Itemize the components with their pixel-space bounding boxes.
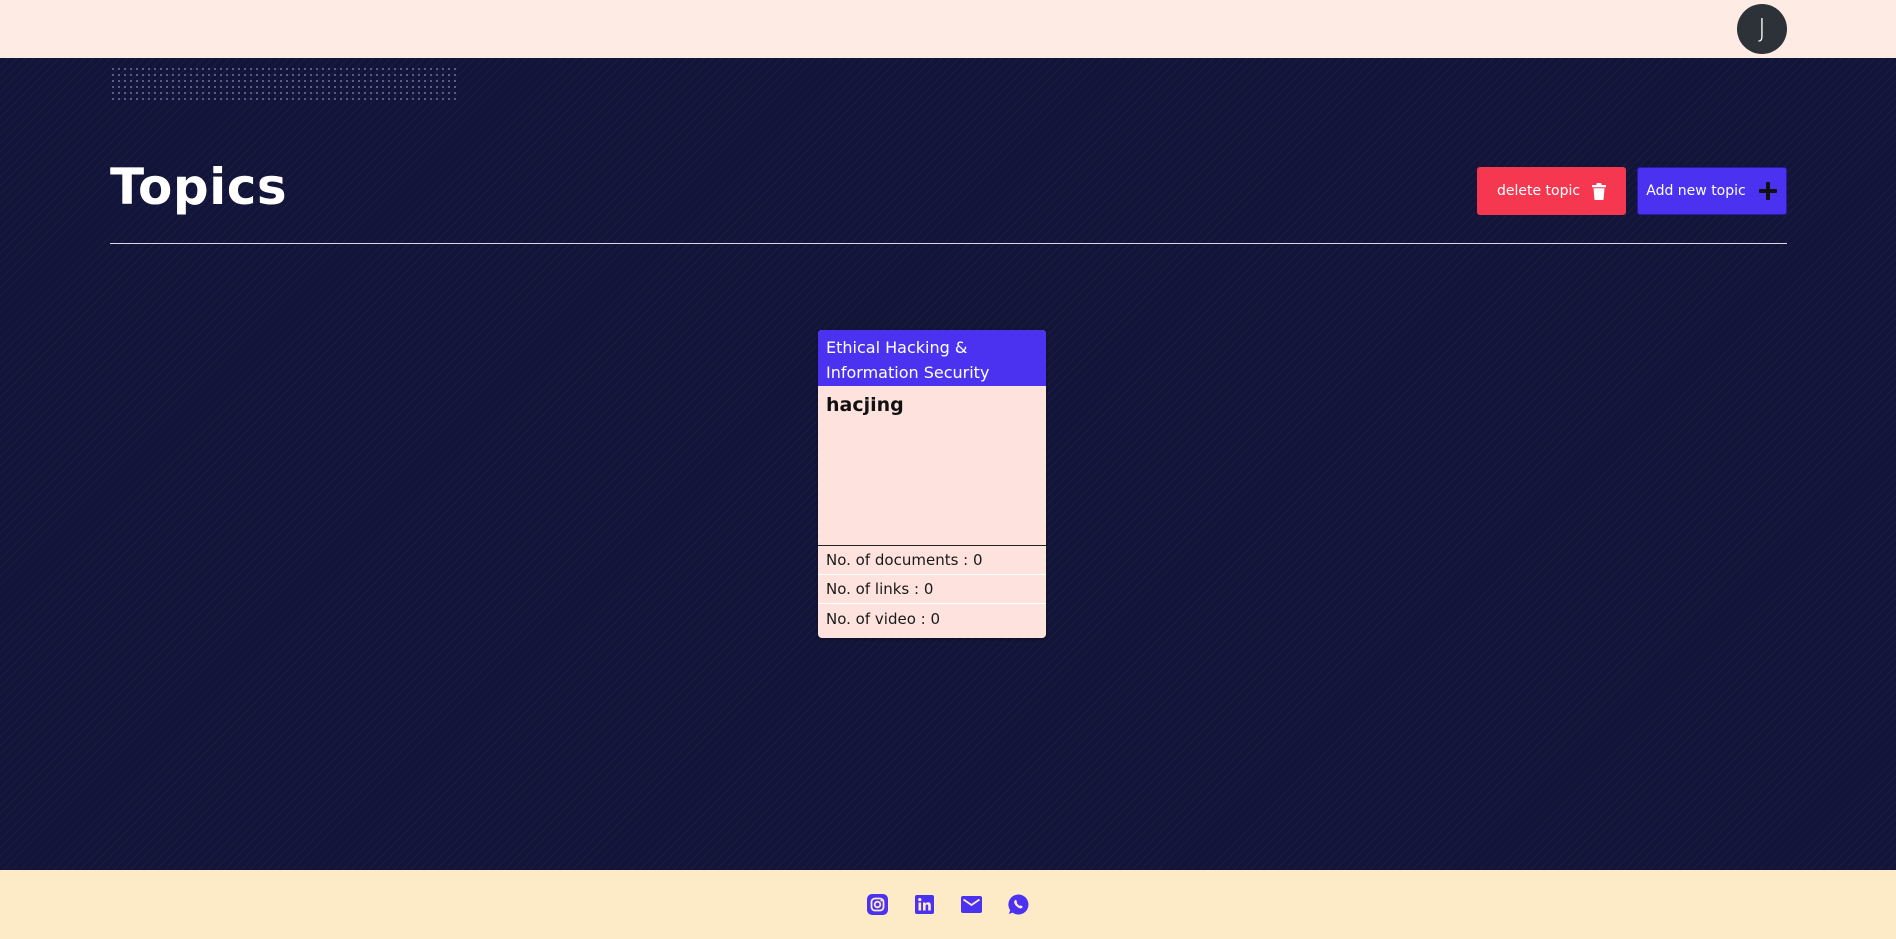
footer xyxy=(0,870,1896,939)
topic-card-name: hacjing xyxy=(818,386,1046,546)
instagram-icon[interactable] xyxy=(866,893,889,916)
whatsapp-icon[interactable] xyxy=(1007,893,1030,916)
main-content: Topics delete topic Add new topic Ethica… xyxy=(0,58,1896,870)
links-count: No. of links : 0 xyxy=(818,575,1046,604)
topic-card[interactable]: Ethical Hacking & Information Security h… xyxy=(818,330,1046,638)
linkedin-icon[interactable] xyxy=(913,893,936,916)
videos-count: No. of video : 0 xyxy=(826,609,941,628)
trash-icon xyxy=(1592,182,1607,200)
plus-icon xyxy=(1758,181,1778,201)
delete-topic-label: delete topic xyxy=(1496,183,1581,199)
page-title: Topics xyxy=(110,158,288,216)
add-topic-button[interactable]: Add new topic xyxy=(1637,167,1787,215)
top-bar: J xyxy=(0,0,1896,58)
topic-card-category: Ethical Hacking & Information Security xyxy=(818,330,1046,386)
decorative-dot-pattern xyxy=(110,66,460,104)
avatar-initial: J xyxy=(1758,14,1766,44)
add-topic-label: Add new topic xyxy=(1646,183,1746,199)
title-divider xyxy=(110,243,1787,244)
delete-topic-button[interactable]: delete topic xyxy=(1477,167,1626,215)
mail-icon[interactable] xyxy=(960,893,983,916)
user-avatar[interactable]: J xyxy=(1737,4,1787,54)
documents-count: No. of documents : 0 xyxy=(818,546,1046,575)
